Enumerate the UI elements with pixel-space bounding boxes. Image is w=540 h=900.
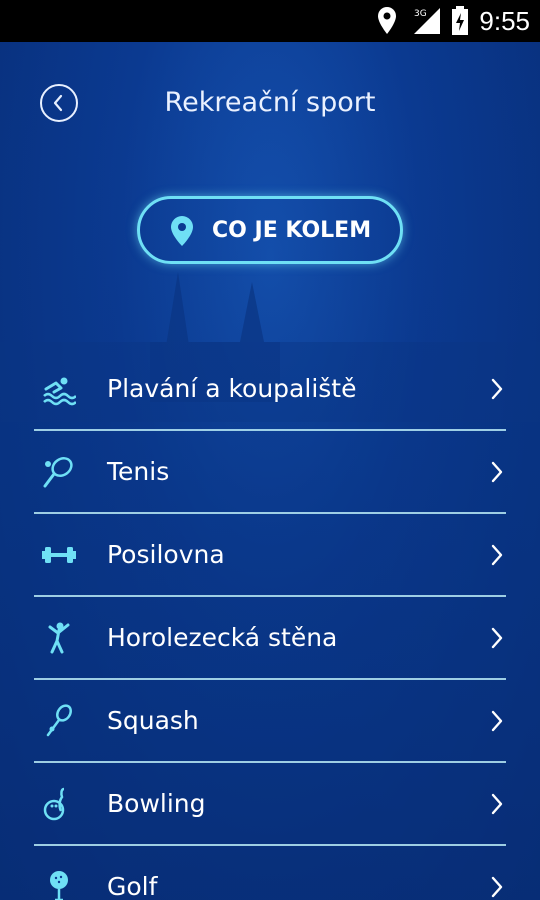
list-item-bowling[interactable]: Bowling xyxy=(0,763,540,846)
bowling-icon xyxy=(43,787,65,821)
whats-around-button[interactable]: CO JE KOLEM xyxy=(137,196,403,264)
tennis-icon xyxy=(43,457,73,488)
list-item-golf[interactable]: Golf xyxy=(0,846,540,900)
list-item-label: Tenis xyxy=(107,457,170,486)
whats-around-label: CO JE KOLEM xyxy=(212,218,372,243)
list-item-label: Bowling xyxy=(107,789,206,818)
list-item-label: Plavání a koupaliště xyxy=(107,374,357,403)
sport-list: Plavání a koupaliště Tenis Posilovna Hor… xyxy=(0,348,540,900)
dumbbell-icon xyxy=(42,547,76,563)
page-title: Rekreační sport xyxy=(164,87,376,118)
chevron-right-icon xyxy=(491,461,503,483)
battery-icon xyxy=(452,6,468,35)
climbing-icon xyxy=(48,622,70,654)
swimming-icon xyxy=(43,377,76,406)
location-icon xyxy=(378,7,396,34)
chevron-right-icon xyxy=(491,627,503,649)
golf-icon xyxy=(50,871,68,900)
list-item-swimming[interactable]: Plavání a koupaliště xyxy=(0,348,540,431)
signal-icon: 3G xyxy=(414,8,440,34)
chevron-right-icon xyxy=(491,378,503,400)
network-type: 3G xyxy=(414,9,427,19)
list-item-label: Squash xyxy=(107,706,199,735)
list-item-label: Horolezecká stěna xyxy=(107,623,338,652)
clock: 9:55 xyxy=(479,6,530,36)
list-item-gym[interactable]: Posilovna xyxy=(0,514,540,597)
squash-icon xyxy=(46,704,72,737)
list-item-squash[interactable]: Squash xyxy=(0,680,540,763)
app-screen: Rekreační sport CO JE KOLEM Plavání a ko… xyxy=(0,42,540,900)
list-item-climbing[interactable]: Horolezecká stěna xyxy=(0,597,540,680)
chevron-right-icon xyxy=(491,793,503,815)
list-item-label: Golf xyxy=(107,872,158,900)
list-item-tennis[interactable]: Tenis xyxy=(0,431,540,514)
location-pin-icon xyxy=(171,216,193,246)
status-bar: 3G 9:55 xyxy=(0,0,540,42)
chevron-right-icon xyxy=(491,710,503,732)
chevron-right-icon xyxy=(491,544,503,566)
list-item-label: Posilovna xyxy=(107,540,225,569)
chevron-right-icon xyxy=(491,876,503,898)
